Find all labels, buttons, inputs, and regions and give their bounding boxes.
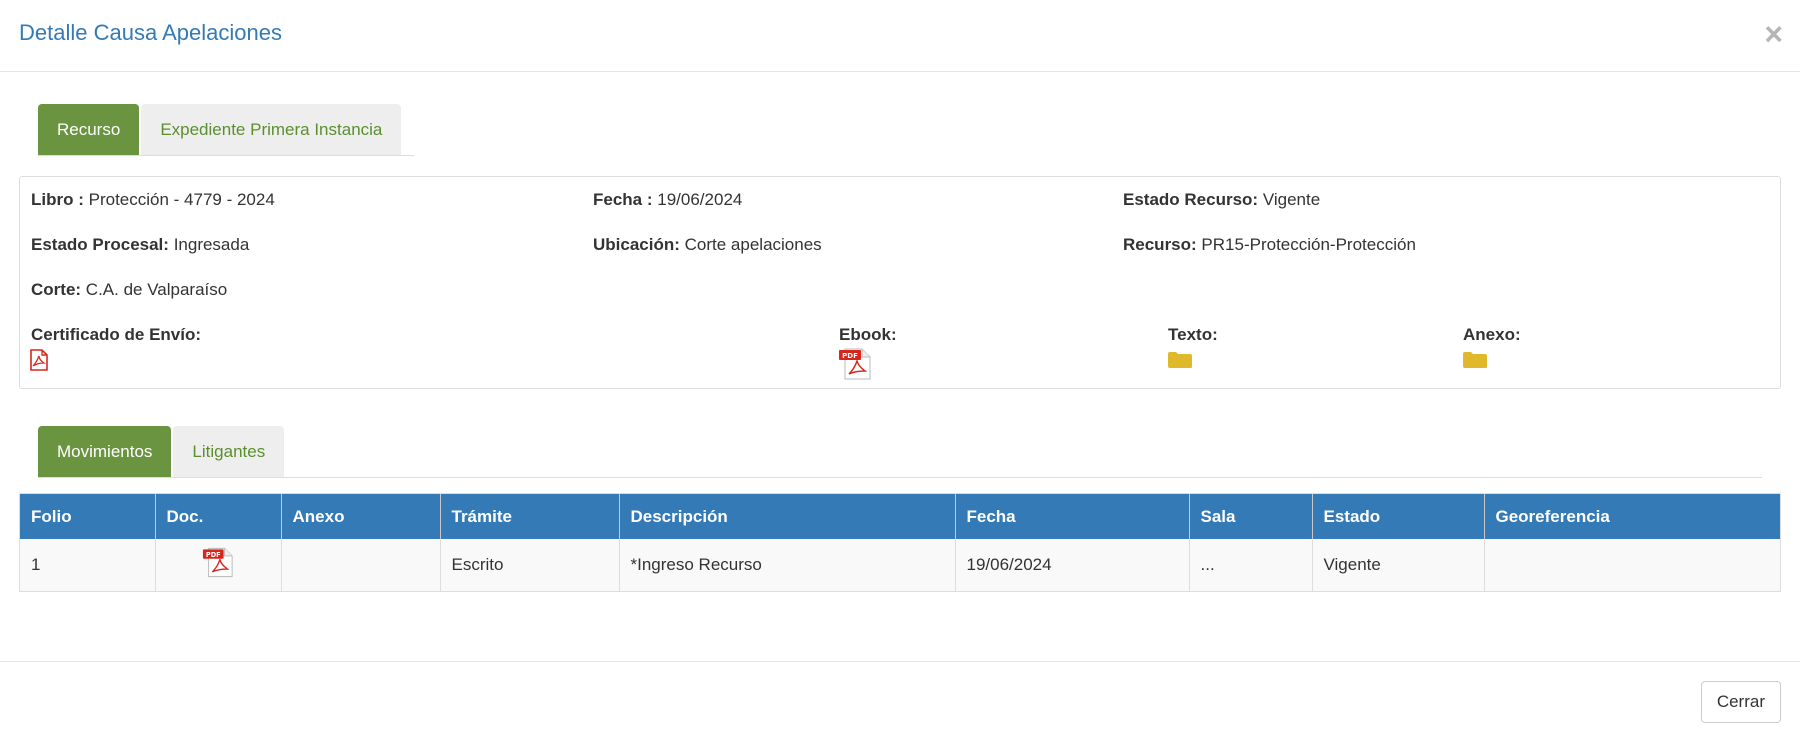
recurso-panel: Libro : Protección - 4779 - 2024 Fecha :… — [19, 176, 1781, 389]
estado-recurso-value: Vigente — [1262, 190, 1321, 209]
field-certificado: Certificado de Envío: — [31, 325, 201, 345]
fecha-value: 19/06/2024 — [657, 190, 743, 209]
field-estado-recurso: Estado Recurso: Vigente — [1123, 190, 1320, 210]
field-ubicacion: Ubicación: Corte apelaciones — [593, 235, 822, 255]
modal-footer: Cerrar — [0, 661, 1800, 739]
field-estado-procesal: Estado Procesal: Ingresada — [31, 235, 249, 255]
libro-label: Libro : — [31, 190, 84, 209]
estado-procesal-value: Ingresada — [173, 235, 250, 254]
column-header: Estado — [1312, 494, 1485, 539]
estado-procesal-label: Estado Procesal: — [31, 235, 169, 254]
cell-anexo — [281, 539, 441, 591]
recurso-label: Recurso: — [1123, 235, 1197, 254]
ubicacion-label: Ubicación: — [593, 235, 680, 254]
tab-recurso[interactable]: Recurso — [38, 104, 140, 155]
field-recurso: Recurso: PR15-Protección-Protección — [1123, 235, 1416, 255]
column-header: Georeferencia — [1484, 494, 1780, 539]
estado-recurso-label: Estado Recurso: — [1123, 190, 1259, 209]
table-header-row: Folio Doc. Anexo Trámite Descripción Fec… — [20, 494, 1780, 539]
cell-georeferencia — [1484, 539, 1780, 591]
cell-sala: ... — [1189, 539, 1313, 591]
cell-estado: Vigente — [1312, 539, 1485, 591]
detalle-causa-modal: Detalle Causa Apelaciones × Recurso Expe… — [0, 0, 1800, 739]
corte-value: C.A. de Valparaíso — [85, 280, 228, 299]
tabs-divider — [38, 155, 414, 156]
cell-tramite: Escrito — [440, 539, 620, 591]
tabs-divider — [38, 477, 1762, 478]
column-header: Fecha — [955, 494, 1190, 539]
libro-value: Protección - 4779 - 2024 — [88, 190, 275, 209]
svg-text:PDF: PDF — [842, 352, 858, 360]
tab-expediente-primera-instancia[interactable]: Expediente Primera Instancia — [141, 104, 402, 155]
field-texto: Texto: — [1168, 325, 1218, 345]
cell-descripcion: *Ingreso Recurso — [619, 539, 956, 591]
folder-icon[interactable] — [1463, 351, 1487, 374]
tab-litigantes[interactable]: Litigantes — [173, 426, 285, 477]
cell-doc: PDF — [155, 539, 282, 591]
field-fecha: Fecha : 19/06/2024 — [593, 190, 742, 210]
pdf-file-icon[interactable]: PDF — [202, 547, 234, 583]
recurso-tabs: Recurso Expediente Primera Instancia — [38, 104, 403, 155]
column-header: Doc. — [155, 494, 282, 539]
column-header: Trámite — [440, 494, 620, 539]
field-libro: Libro : Protección - 4779 - 2024 — [31, 190, 275, 210]
certificado-label: Certificado de Envío: — [31, 325, 202, 344]
pdf-outline-icon[interactable] — [30, 349, 48, 376]
field-ebook: Ebook: — [839, 325, 897, 345]
pdf-file-icon[interactable]: PDF — [838, 348, 872, 385]
movimientos-table: Folio Doc. Anexo Trámite Descripción Fec… — [19, 493, 1781, 592]
column-header: Sala — [1189, 494, 1313, 539]
detalle-tabs: Movimientos Litigantes — [38, 426, 286, 477]
cell-fecha: 19/06/2024 — [955, 539, 1190, 591]
field-corte: Corte: C.A. de Valparaíso — [31, 280, 227, 300]
texto-label: Texto: — [1168, 325, 1218, 344]
tab-movimientos[interactable]: Movimientos — [38, 426, 172, 477]
modal-header: Detalle Causa Apelaciones × — [0, 0, 1800, 72]
folder-icon[interactable] — [1168, 351, 1192, 374]
corte-label: Corte: — [31, 280, 82, 299]
table-row: 1 PDF Escrito *Ingreso Recurso 19/06/202… — [20, 539, 1780, 591]
cell-folio: 1 — [20, 539, 156, 591]
modal-title: Detalle Causa Apelaciones — [19, 20, 282, 45]
field-anexo: Anexo: — [1463, 325, 1521, 345]
close-icon[interactable]: × — [1764, 18, 1783, 50]
column-header: Folio — [20, 494, 156, 539]
svg-text:PDF: PDF — [206, 551, 221, 559]
ebook-label: Ebook: — [839, 325, 897, 344]
anexo-label: Anexo: — [1463, 325, 1521, 344]
column-header: Anexo — [281, 494, 441, 539]
recurso-value: PR15-Protección-Protección — [1201, 235, 1416, 254]
column-header: Descripción — [619, 494, 956, 539]
fecha-label: Fecha : — [593, 190, 653, 209]
ubicacion-value: Corte apelaciones — [684, 235, 822, 254]
cerrar-button[interactable]: Cerrar — [1700, 681, 1781, 723]
